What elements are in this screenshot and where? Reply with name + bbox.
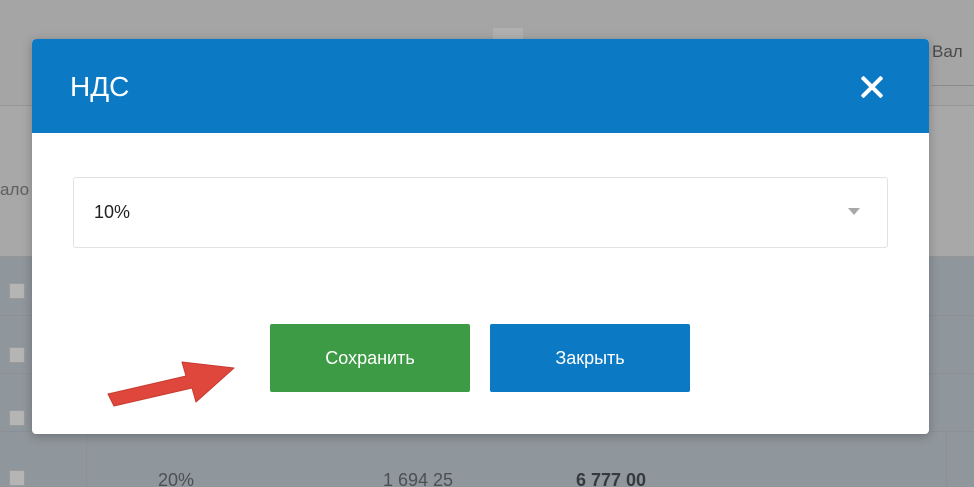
chevron-down-icon xyxy=(848,208,860,215)
column-divider xyxy=(86,430,87,487)
background-label-fragment: ало xyxy=(0,180,30,199)
column-divider xyxy=(946,430,947,487)
row-total: 6 777 00 xyxy=(576,470,647,487)
row-checkbox xyxy=(9,410,25,426)
background-divider xyxy=(932,85,974,86)
background-column-header-fragment: Вал xyxy=(932,42,963,61)
close-icon[interactable] xyxy=(858,73,886,101)
dialog-title: НДС xyxy=(70,71,130,102)
row-checkbox xyxy=(9,470,25,486)
close-button[interactable]: Закрыть xyxy=(490,324,690,392)
row-vat-percent: 20% xyxy=(158,470,195,487)
save-button[interactable]: Сохранить xyxy=(270,324,470,392)
row-checkbox xyxy=(9,283,25,299)
vat-rate-select[interactable]: 10% xyxy=(73,177,888,248)
row-checkbox xyxy=(9,347,25,363)
arrow-icon xyxy=(107,361,235,407)
row-vat-amount: 1 694 25 xyxy=(383,470,454,487)
dialog-header: НДС xyxy=(32,39,929,133)
vat-rate-selected-value: 10% xyxy=(94,202,131,222)
